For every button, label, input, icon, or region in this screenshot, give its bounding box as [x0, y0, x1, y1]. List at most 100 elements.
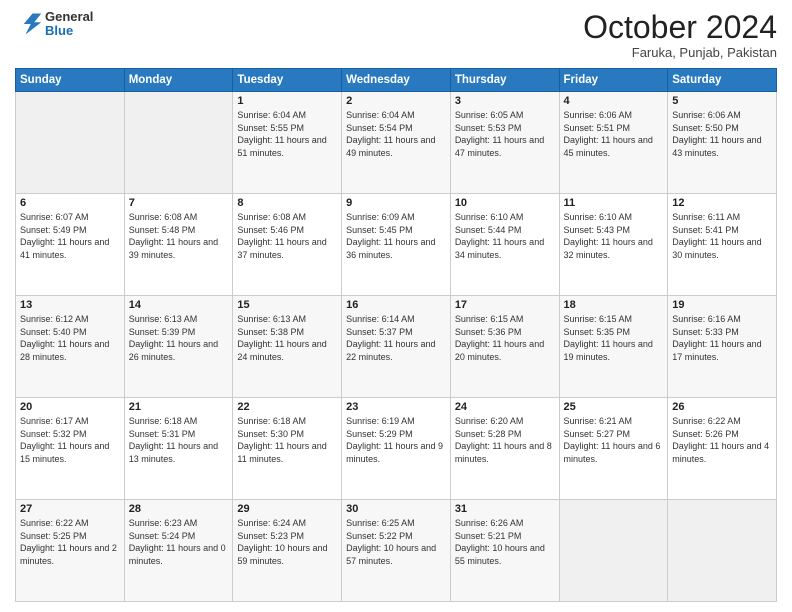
day-cell: 14 Sunrise: 6:13 AM Sunset: 5:39 PM Dayli…	[124, 296, 233, 398]
day-number: 2	[346, 95, 446, 107]
day-info: Sunrise: 6:08 AM Sunset: 5:46 PM Dayligh…	[237, 211, 337, 261]
day-info: Sunrise: 6:14 AM Sunset: 5:37 PM Dayligh…	[346, 313, 446, 363]
day-cell: 6 Sunrise: 6:07 AM Sunset: 5:49 PM Daylig…	[16, 194, 125, 296]
day-cell	[668, 500, 777, 602]
day-number: 12	[672, 197, 772, 209]
day-number: 9	[346, 197, 446, 209]
day-info: Sunrise: 6:26 AM Sunset: 5:21 PM Dayligh…	[455, 517, 555, 567]
day-number: 22	[237, 401, 337, 413]
day-cell: 24Sunrise: 6:20 AM Sunset: 5:28 PM Dayli…	[450, 398, 559, 500]
logo-text: General Blue	[45, 10, 93, 39]
day-cell	[559, 500, 668, 602]
day-info: Sunrise: 6:23 AM Sunset: 5:24 PM Dayligh…	[129, 517, 229, 567]
day-number: 28	[129, 503, 229, 515]
logo: General Blue	[15, 10, 93, 39]
day-number: 8	[237, 197, 337, 209]
day-info: Sunrise: 6:11 AM Sunset: 5:41 PM Dayligh…	[672, 211, 772, 261]
week-row-5: 27 Sunrise: 6:22 AM Sunset: 5:25 PM Dayli…	[16, 500, 777, 602]
day-info: Sunrise: 6:15 AM Sunset: 5:35 PM Dayligh…	[564, 313, 664, 363]
day-number: 10	[455, 197, 555, 209]
day-number: 18	[564, 299, 664, 311]
day-info: Sunrise: 6:24 AM Sunset: 5:23 PM Dayligh…	[237, 517, 337, 567]
day-number: 29	[237, 503, 337, 515]
week-row-4: 20Sunrise: 6:17 AM Sunset: 5:32 PM Dayli…	[16, 398, 777, 500]
day-info: Sunrise: 6:19 AM Sunset: 5:29 PM Dayligh…	[346, 415, 446, 465]
day-number: 13	[20, 299, 120, 311]
day-cell: 29 Sunrise: 6:24 AM Sunset: 5:23 PM Dayli…	[233, 500, 342, 602]
day-info: Sunrise: 6:12 AM Sunset: 5:40 PM Dayligh…	[20, 313, 120, 363]
day-cell: 25 Sunrise: 6:21 AM Sunset: 5:27 PM Dayli…	[559, 398, 668, 500]
week-row-3: 13 Sunrise: 6:12 AM Sunset: 5:40 PM Dayli…	[16, 296, 777, 398]
weekday-header-thursday: Thursday	[450, 69, 559, 92]
day-info: Sunrise: 6:13 AM Sunset: 5:39 PM Dayligh…	[129, 313, 229, 363]
day-cell: 11 Sunrise: 6:10 AM Sunset: 5:43 PM Dayli…	[559, 194, 668, 296]
day-info: Sunrise: 6:22 AM Sunset: 5:25 PM Dayligh…	[20, 517, 120, 567]
header: General Blue October 2024 Faruka, Punjab…	[15, 10, 777, 60]
day-cell: 26 Sunrise: 6:22 AM Sunset: 5:26 PM Dayli…	[668, 398, 777, 500]
day-info: Sunrise: 6:22 AM Sunset: 5:26 PM Dayligh…	[672, 415, 772, 465]
day-cell: 3 Sunrise: 6:05 AM Sunset: 5:53 PM Daylig…	[450, 92, 559, 194]
day-number: 6	[20, 197, 120, 209]
day-info: Sunrise: 6:18 AM Sunset: 5:30 PM Dayligh…	[237, 415, 337, 465]
day-cell: 27 Sunrise: 6:22 AM Sunset: 5:25 PM Dayli…	[16, 500, 125, 602]
day-info: Sunrise: 6:07 AM Sunset: 5:49 PM Dayligh…	[20, 211, 120, 261]
title-block: October 2024 Faruka, Punjab, Pakistan	[583, 10, 777, 60]
day-cell: 19Sunrise: 6:16 AM Sunset: 5:33 PM Dayli…	[668, 296, 777, 398]
page: General Blue October 2024 Faruka, Punjab…	[0, 0, 792, 612]
day-number: 23	[346, 401, 446, 413]
day-info: Sunrise: 6:09 AM Sunset: 5:45 PM Dayligh…	[346, 211, 446, 261]
weekday-header-saturday: Saturday	[668, 69, 777, 92]
day-number: 27	[20, 503, 120, 515]
day-cell	[124, 92, 233, 194]
day-cell: 22 Sunrise: 6:18 AM Sunset: 5:30 PM Dayli…	[233, 398, 342, 500]
day-info: Sunrise: 6:04 AM Sunset: 5:54 PM Dayligh…	[346, 109, 446, 159]
location: Faruka, Punjab, Pakistan	[583, 45, 777, 60]
day-info: Sunrise: 6:06 AM Sunset: 5:51 PM Dayligh…	[564, 109, 664, 159]
day-cell: 28 Sunrise: 6:23 AM Sunset: 5:24 PM Dayli…	[124, 500, 233, 602]
day-info: Sunrise: 6:10 AM Sunset: 5:43 PM Dayligh…	[564, 211, 664, 261]
day-number: 21	[129, 401, 229, 413]
day-info: Sunrise: 6:21 AM Sunset: 5:27 PM Dayligh…	[564, 415, 664, 465]
day-number: 19	[672, 299, 772, 311]
day-cell	[16, 92, 125, 194]
weekday-header-monday: Monday	[124, 69, 233, 92]
day-cell: 1 Sunrise: 6:04 AM Sunset: 5:55 PM Daylig…	[233, 92, 342, 194]
weekday-header-wednesday: Wednesday	[342, 69, 451, 92]
day-number: 11	[564, 197, 664, 209]
day-info: Sunrise: 6:05 AM Sunset: 5:53 PM Dayligh…	[455, 109, 555, 159]
day-cell: 2 Sunrise: 6:04 AM Sunset: 5:54 PM Daylig…	[342, 92, 451, 194]
day-cell: 16 Sunrise: 6:14 AM Sunset: 5:37 PM Dayli…	[342, 296, 451, 398]
weekday-header-sunday: Sunday	[16, 69, 125, 92]
day-cell: 30Sunrise: 6:25 AM Sunset: 5:22 PM Dayli…	[342, 500, 451, 602]
day-cell: 23 Sunrise: 6:19 AM Sunset: 5:29 PM Dayli…	[342, 398, 451, 500]
day-number: 5	[672, 95, 772, 107]
day-cell: 7Sunrise: 6:08 AM Sunset: 5:48 PM Daylig…	[124, 194, 233, 296]
day-info: Sunrise: 6:06 AM Sunset: 5:50 PM Dayligh…	[672, 109, 772, 159]
day-number: 17	[455, 299, 555, 311]
week-row-1: 1 Sunrise: 6:04 AM Sunset: 5:55 PM Daylig…	[16, 92, 777, 194]
day-number: 1	[237, 95, 337, 107]
day-cell: 12 Sunrise: 6:11 AM Sunset: 5:41 PM Dayli…	[668, 194, 777, 296]
day-info: Sunrise: 6:25 AM Sunset: 5:22 PM Dayligh…	[346, 517, 446, 567]
day-cell: 20Sunrise: 6:17 AM Sunset: 5:32 PM Dayli…	[16, 398, 125, 500]
logo-icon	[15, 10, 43, 38]
day-info: Sunrise: 6:04 AM Sunset: 5:55 PM Dayligh…	[237, 109, 337, 159]
day-number: 3	[455, 95, 555, 107]
week-row-2: 6 Sunrise: 6:07 AM Sunset: 5:49 PM Daylig…	[16, 194, 777, 296]
day-number: 16	[346, 299, 446, 311]
day-number: 26	[672, 401, 772, 413]
day-info: Sunrise: 6:18 AM Sunset: 5:31 PM Dayligh…	[129, 415, 229, 465]
day-cell: 9 Sunrise: 6:09 AM Sunset: 5:45 PM Daylig…	[342, 194, 451, 296]
day-cell: 15Sunrise: 6:13 AM Sunset: 5:38 PM Dayli…	[233, 296, 342, 398]
weekday-header-friday: Friday	[559, 69, 668, 92]
day-number: 31	[455, 503, 555, 515]
day-info: Sunrise: 6:17 AM Sunset: 5:32 PM Dayligh…	[20, 415, 120, 465]
day-info: Sunrise: 6:20 AM Sunset: 5:28 PM Dayligh…	[455, 415, 555, 465]
day-cell: 10Sunrise: 6:10 AM Sunset: 5:44 PM Dayli…	[450, 194, 559, 296]
day-number: 25	[564, 401, 664, 413]
day-cell: 5 Sunrise: 6:06 AM Sunset: 5:50 PM Daylig…	[668, 92, 777, 194]
day-cell: 21 Sunrise: 6:18 AM Sunset: 5:31 PM Dayli…	[124, 398, 233, 500]
day-cell: 18 Sunrise: 6:15 AM Sunset: 5:35 PM Dayli…	[559, 296, 668, 398]
day-number: 14	[129, 299, 229, 311]
day-number: 7	[129, 197, 229, 209]
